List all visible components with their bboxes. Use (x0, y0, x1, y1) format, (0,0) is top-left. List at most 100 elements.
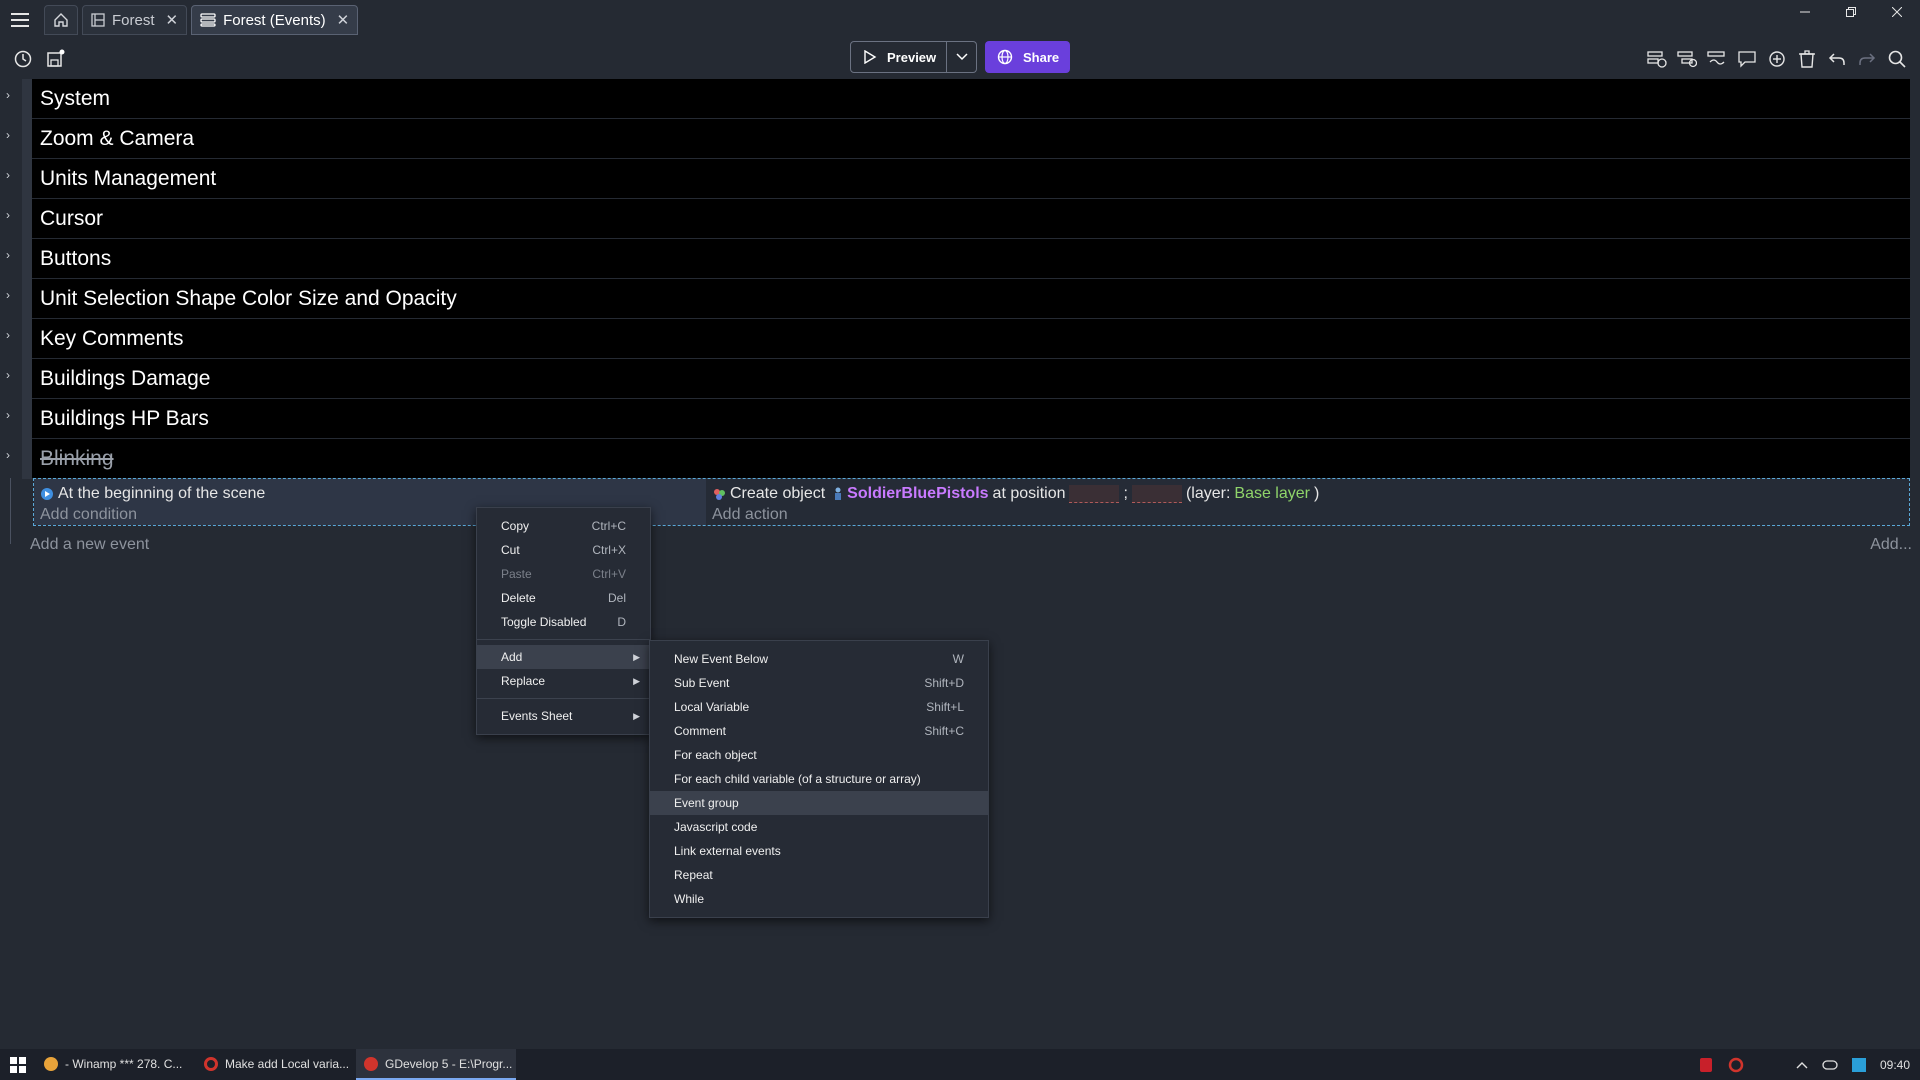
submenu-arrow-icon: ▶ (633, 675, 640, 686)
gdevelop-icon (364, 1056, 378, 1071)
submenu-item-for-each-child-variable[interactable]: For each child variable (of a structure … (650, 767, 988, 791)
action-row[interactable]: Create object SoldierBluePistols at posi… (712, 483, 1903, 504)
tab-forest[interactable]: Forest ✕ (82, 5, 188, 35)
submenu-item-for-each-object[interactable]: For each object (650, 743, 988, 767)
add-comment-icon[interactable] (1736, 46, 1758, 72)
menu-item-replace[interactable]: Replace ▶ (477, 669, 650, 693)
preview-options-button[interactable] (947, 41, 978, 73)
group-title: Units Management (40, 166, 217, 190)
event-group[interactable]: › Buildings Damage (0, 359, 1920, 399)
add-local-variable-icon[interactable] (1706, 46, 1728, 72)
restore-icon[interactable] (1828, 0, 1874, 24)
submenu-item-local-variable[interactable]: Local Variable Shift+L (650, 695, 988, 719)
x-position-field[interactable] (1069, 484, 1120, 503)
undo-icon[interactable] (1826, 46, 1848, 72)
event-group[interactable]: › Units Management (0, 159, 1920, 199)
redo-icon[interactable] (1856, 46, 1878, 72)
taskbar-item-winamp[interactable]: - Winamp *** 278. C... (36, 1049, 196, 1080)
event-group[interactable]: › Unit Selection Shape Color Size and Op… (0, 279, 1920, 319)
add-action-link[interactable]: Add action (712, 504, 1903, 525)
layer-name[interactable]: Base layer (1234, 485, 1310, 503)
scene-start-icon (40, 487, 54, 501)
menu-icon[interactable] (0, 0, 40, 40)
save-icon[interactable] (44, 48, 66, 70)
chevron-right-icon[interactable]: › (6, 88, 10, 102)
group-title: Buildings HP Bars (40, 406, 209, 430)
group-title: Buildings Damage (40, 366, 211, 390)
window-controls (1782, 0, 1920, 24)
event-group[interactable]: › Zoom & Camera (0, 119, 1920, 159)
share-label: Share (1023, 49, 1060, 65)
event-group[interactable]: › Buildings HP Bars (0, 399, 1920, 439)
add-circle-icon[interactable] (1766, 46, 1788, 72)
submenu-item-new-event-below[interactable]: New Event Below W (650, 647, 988, 671)
title-bar: Forest ✕ Forest (Events) ✕ (0, 0, 1920, 40)
menu-item-events-sheet[interactable]: Events Sheet ▶ (477, 704, 650, 728)
event-group[interactable]: › Cursor (0, 199, 1920, 239)
tab-label: Forest (112, 11, 155, 29)
submenu-arrow-icon: ▶ (633, 710, 640, 721)
chevron-right-icon[interactable]: › (6, 248, 10, 262)
share-button[interactable]: Share (985, 41, 1070, 73)
actions-column[interactable]: Create object SoldierBluePistols at posi… (706, 479, 1909, 525)
gamepad-icon[interactable] (1822, 1059, 1838, 1071)
action-mid: at position (992, 484, 1066, 502)
chevron-right-icon[interactable]: › (6, 408, 10, 422)
delete-icon[interactable] (1796, 46, 1818, 72)
history-icon[interactable] (12, 48, 34, 70)
tab-forest-events[interactable]: Forest (Events) ✕ (191, 5, 359, 35)
standard-event[interactable]: At the beginning of the scene Add condit… (33, 478, 1910, 526)
submenu-item-javascript-code[interactable]: Javascript code (650, 815, 988, 839)
clock[interactable]: 09:40 (1880, 1058, 1910, 1072)
taskbar-item-browser[interactable]: Make add Local varia... (196, 1049, 356, 1080)
add-new-event-link[interactable]: Add a new event (30, 536, 149, 554)
submenu-item-link-external-events[interactable]: Link external events (650, 839, 988, 863)
chevron-right-icon[interactable]: › (6, 328, 10, 342)
home-tab[interactable] (44, 5, 78, 35)
chevron-up-icon[interactable] (1796, 1061, 1808, 1069)
group-title: System (40, 86, 111, 110)
taskbar-item-gdevelop[interactable]: GDevelop 5 - E:\Progr... (356, 1049, 516, 1080)
y-position-field[interactable] (1131, 484, 1182, 503)
close-icon[interactable]: ✕ (166, 11, 179, 29)
event-group-disabled[interactable]: › Blinking (0, 439, 1920, 479)
action-verb: Create object (730, 484, 826, 502)
menu-item-copy[interactable]: Copy Ctrl+C (477, 514, 650, 538)
network-icon[interactable] (1851, 1057, 1866, 1072)
submenu-item-sub-event[interactable]: Sub Event Shift+D (650, 671, 988, 695)
chevron-right-icon[interactable]: › (6, 168, 10, 182)
chevron-right-icon[interactable]: › (6, 208, 10, 222)
menu-item-toggle-disabled[interactable]: Toggle Disabled D (477, 610, 650, 634)
tray-opera-icon[interactable] (1728, 1057, 1744, 1073)
menu-item-add[interactable]: Add ▶ (477, 645, 650, 669)
chevron-right-icon[interactable]: › (6, 128, 10, 142)
globe-icon (997, 49, 1013, 65)
context-menu: Copy Ctrl+C Cut Ctrl+X Paste Ctrl+V Delete D… (476, 507, 651, 735)
event-group[interactable]: › System (0, 79, 1920, 119)
search-icon[interactable] (1886, 46, 1908, 72)
event-group[interactable]: › Key Comments (0, 319, 1920, 359)
add-event-icon[interactable] (1646, 46, 1668, 72)
add-more-button[interactable]: Add... (1870, 536, 1912, 554)
chevron-right-icon[interactable]: › (6, 288, 10, 302)
preview-button[interactable]: Preview (850, 41, 948, 73)
condition-row[interactable]: At the beginning of the scene (40, 483, 700, 504)
submenu-item-repeat[interactable]: Repeat (650, 863, 988, 887)
close-icon[interactable]: ✕ (337, 11, 350, 29)
chevron-right-icon[interactable]: › (6, 368, 10, 382)
submenu-item-while[interactable]: While (650, 887, 988, 911)
chevron-right-icon[interactable]: › (6, 448, 10, 462)
tray-app-icon[interactable] (1698, 1057, 1714, 1073)
submenu-arrow-icon: ▶ (633, 651, 640, 662)
submenu-item-comment[interactable]: Comment Shift+C (650, 719, 988, 743)
submenu-item-event-group[interactable]: Event group (650, 791, 988, 815)
menu-item-delete[interactable]: Delete Del (477, 586, 650, 610)
event-group[interactable]: › Buttons (0, 239, 1920, 279)
add-sub-event-icon[interactable] (1676, 46, 1698, 72)
windows-start-icon[interactable] (0, 1049, 36, 1080)
object-name[interactable]: SoldierBluePistols (847, 485, 988, 503)
menu-item-paste[interactable]: Paste Ctrl+V (477, 562, 650, 586)
minimize-icon[interactable] (1782, 0, 1828, 24)
menu-item-cut[interactable]: Cut Ctrl+X (477, 538, 650, 562)
close-window-icon[interactable] (1874, 0, 1920, 24)
